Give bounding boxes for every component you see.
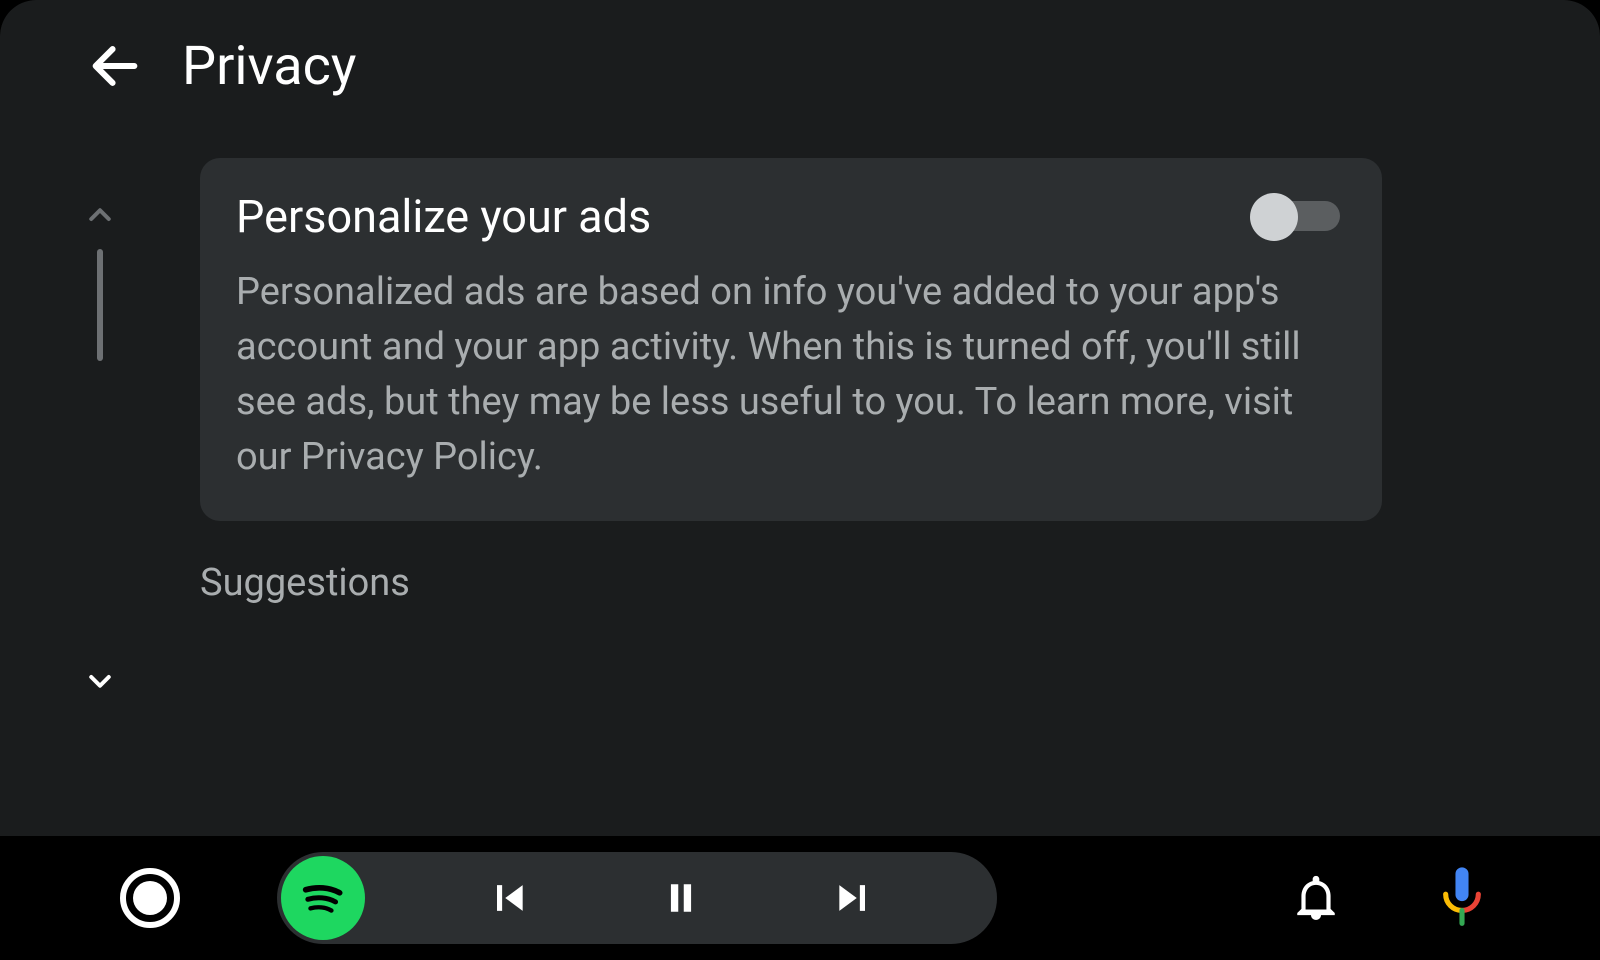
previous-track-button[interactable] — [478, 868, 538, 928]
scroll-track — [97, 249, 103, 361]
personalize-ads-card: Personalize your ads Personalized ads ar… — [200, 158, 1382, 521]
scroll-indicator — [84, 198, 116, 698]
page-title: Privacy — [182, 35, 356, 98]
bell-icon — [1291, 873, 1341, 923]
pause-button[interactable] — [651, 868, 711, 928]
scroll-up-button[interactable] — [84, 198, 116, 230]
app-surface: Privacy Personalize your ads — [0, 0, 1600, 836]
media-pill — [277, 852, 997, 944]
pause-icon — [659, 876, 703, 920]
spotify-icon — [297, 872, 349, 924]
card-description: Personalized ads are based on info you'v… — [236, 265, 1346, 485]
toggle-knob — [1250, 193, 1298, 241]
suggestions-section-label: Suggestions — [200, 561, 1382, 605]
header: Privacy — [0, 0, 1600, 132]
next-track-button[interactable] — [824, 868, 884, 928]
voice-assistant-button[interactable] — [1434, 870, 1490, 926]
arrow-left-icon — [86, 37, 144, 95]
scroll-down-button[interactable] — [84, 666, 116, 698]
spotify-button[interactable] — [281, 856, 365, 940]
card-title: Personalize your ads — [236, 190, 651, 243]
bottom-nav — [0, 836, 1600, 960]
skip-previous-icon — [486, 876, 530, 920]
home-button[interactable] — [118, 866, 182, 930]
google-mic-icon — [1434, 865, 1490, 930]
personalize-ads-toggle[interactable] — [1250, 193, 1346, 241]
chevron-down-icon — [85, 667, 115, 697]
chevron-up-icon — [85, 199, 115, 229]
notifications-button[interactable] — [1288, 870, 1344, 926]
skip-next-icon — [832, 876, 876, 920]
card-header: Personalize your ads — [236, 190, 1346, 243]
home-circle-icon — [120, 868, 180, 928]
back-button[interactable] — [86, 37, 144, 95]
content-area: Personalize your ads Personalized ads ar… — [200, 158, 1382, 605]
